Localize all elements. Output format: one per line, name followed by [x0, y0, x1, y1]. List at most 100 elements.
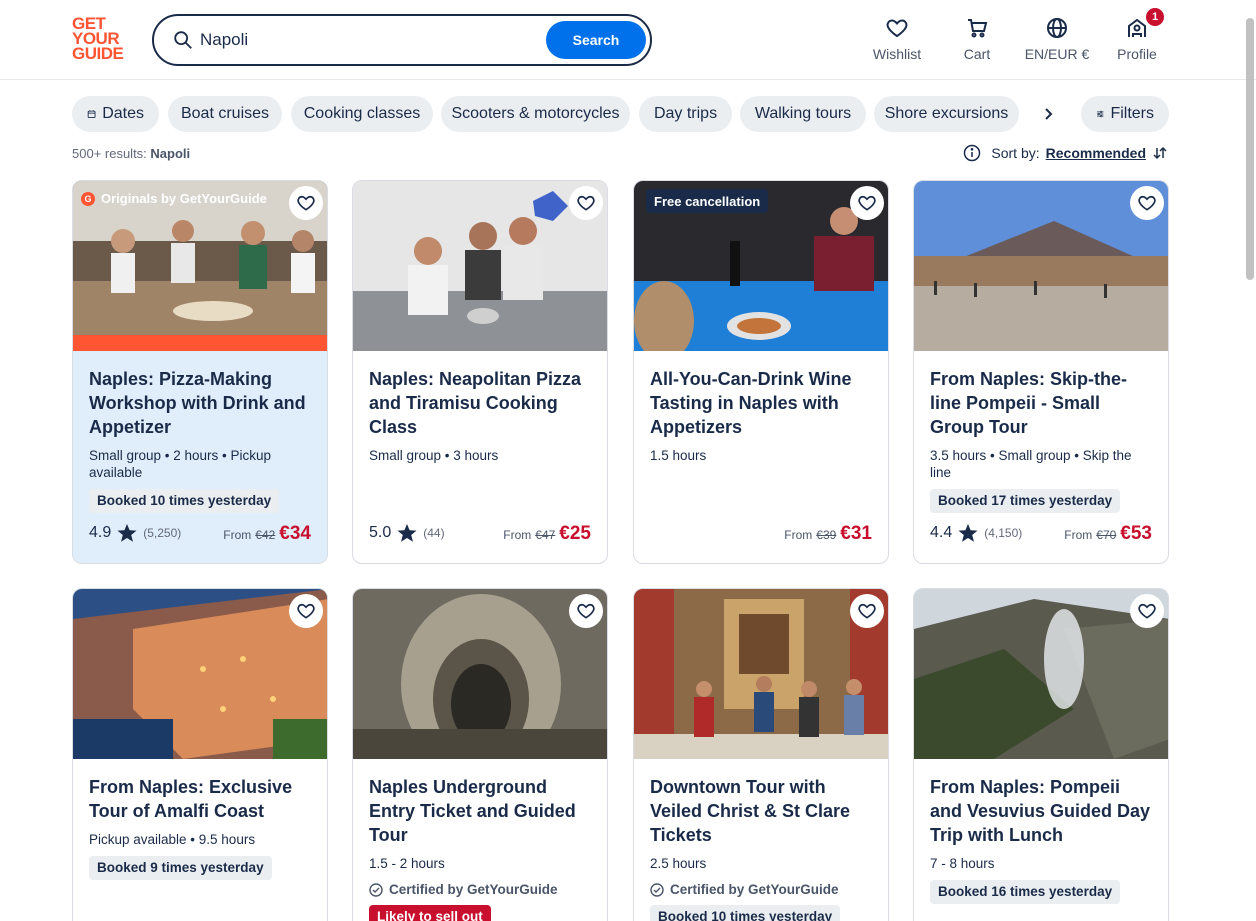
activity-image — [353, 589, 607, 759]
card-title[interactable]: From Naples: Exclusive Tour of Amalfi Co… — [89, 775, 311, 823]
nav-label: Wishlist — [872, 46, 922, 62]
rating: 4.9 (5,250) — [89, 524, 182, 542]
notification-badge: 1 — [1146, 8, 1164, 26]
wishlist-button[interactable] — [569, 186, 603, 220]
card-title[interactable]: Naples Underground Entry Ticket and Guid… — [369, 775, 591, 847]
heart-icon — [858, 603, 876, 619]
certified-label: Certified by GetYourGuide — [650, 882, 872, 897]
filters-button[interactable]: Filters — [1081, 96, 1169, 132]
wishlist-button[interactable] — [289, 186, 323, 220]
activity-card[interactable]: From Naples: Skip-the-line Pompeii - Sma… — [913, 180, 1169, 564]
heart-icon — [858, 195, 876, 211]
price: From €70 €53 — [1064, 523, 1152, 544]
nav-label: Cart — [963, 46, 991, 62]
chips-next-button[interactable] — [1036, 102, 1060, 126]
info-icon[interactable] — [963, 144, 981, 162]
card-body: Naples Underground Entry Ticket and Guid… — [353, 759, 607, 921]
nav-wishlist[interactable]: Wishlist — [872, 16, 922, 66]
price: From €42 €34 — [223, 523, 311, 544]
activity-image: Free cancellation — [634, 181, 888, 351]
card-body: Naples: Pizza-Making Workshop with Drink… — [73, 351, 327, 563]
card-title[interactable]: Downtown Tour with Veiled Christ & St Cl… — [650, 775, 872, 847]
heart-icon — [577, 195, 595, 211]
activity-card[interactable]: Naples Underground Entry Ticket and Guid… — [352, 588, 608, 921]
search-input[interactable] — [200, 24, 530, 56]
chip-dates[interactable]: Dates — [72, 96, 159, 132]
chip-cooking-classes[interactable]: Cooking classes — [291, 96, 433, 132]
heart-icon — [1138, 603, 1156, 619]
star-icon — [117, 524, 137, 542]
wishlist-button[interactable] — [289, 594, 323, 628]
activity-image — [353, 181, 607, 351]
card-title[interactable]: Naples: Pizza-Making Workshop with Drink… — [89, 367, 311, 439]
price: From €39 €31 — [784, 523, 872, 544]
rating: 5.0 (44) — [369, 524, 445, 542]
card-title[interactable]: Naples: Neapolitan Pizza and Tiramisu Co… — [369, 367, 591, 439]
rating: 4.4 (4,150) — [930, 524, 1023, 542]
nav-label: Profile — [1117, 46, 1157, 62]
activity-card[interactable]: Downtown Tour with Veiled Christ & St Cl… — [633, 588, 889, 921]
card-meta: Pickup available • 9.5 hours — [89, 832, 256, 847]
wishlist-button[interactable] — [1130, 186, 1164, 220]
card-body: From Naples: Exclusive Tour of Amalfi Co… — [73, 759, 327, 921]
sliders-icon — [1097, 110, 1104, 118]
card-meta: Small group • 2 hours • Pickup available — [89, 448, 272, 480]
card-meta: Small group • 3 hours — [369, 448, 499, 463]
getyourguide-logo[interactable]: GET YOUR GUIDE — [72, 15, 132, 64]
wishlist-button[interactable] — [850, 594, 884, 628]
chip-walking-tours[interactable]: Walking tours — [740, 96, 866, 132]
wishlist-button[interactable] — [1130, 594, 1164, 628]
card-title[interactable]: All-You-Can-Drink Wine Tasting in Naples… — [650, 367, 872, 439]
chip-day-trips[interactable]: Day trips — [639, 96, 732, 132]
wishlist-button[interactable] — [850, 186, 884, 220]
activity-image — [914, 589, 1168, 759]
chip-boat-cruises[interactable]: Boat cruises — [168, 96, 282, 132]
activity-image: G Originals by GetYourGuide — [73, 181, 327, 351]
calendar-icon — [87, 110, 96, 118]
card-meta: 7 - 8 hours — [930, 856, 995, 871]
sort-arrows-icon — [1153, 146, 1167, 160]
activity-image — [73, 589, 327, 759]
scrollbar[interactable] — [1246, 18, 1254, 280]
star-icon — [958, 524, 978, 542]
certified-check-icon — [650, 882, 664, 897]
nav-cart[interactable]: Cart — [955, 16, 999, 66]
cart-icon — [968, 19, 988, 38]
card-body: From Naples: Pompeii and Vesuvius Guided… — [914, 759, 1168, 921]
results-count: 500+ results: Napoli — [72, 146, 191, 161]
card-body: All-You-Can-Drink Wine Tasting in Naples… — [634, 351, 888, 563]
card-meta: 3.5 hours • Small group • Skip the line — [930, 448, 1132, 480]
sort-value[interactable]: Recommended — [1046, 145, 1146, 161]
chip-shore-excursions[interactable]: Shore excursions — [874, 96, 1019, 132]
certified-label: Certified by GetYourGuide — [369, 882, 591, 897]
nav-language-currency[interactable]: EN/EUR € — [1022, 16, 1092, 66]
sort-label: Sort by: — [991, 145, 1040, 161]
sort-control[interactable]: Sort by: Recommended — [963, 144, 1168, 162]
nav-label: EN/EUR € — [1024, 46, 1090, 62]
booked-badge: Booked 10 times yesterday — [650, 905, 841, 921]
search-button[interactable]: Search — [546, 21, 646, 59]
header: GET YOUR GUIDE Search Wishlist Cart EN/E… — [0, 0, 1256, 80]
activity-card[interactable]: Free cancellation All-You-Can-Drink Wine… — [633, 180, 889, 564]
globe-icon — [1047, 18, 1067, 38]
originals-bar — [73, 335, 327, 351]
wishlist-button[interactable] — [569, 594, 603, 628]
card-title[interactable]: From Naples: Pompeii and Vesuvius Guided… — [930, 775, 1152, 847]
activity-image — [914, 181, 1168, 351]
activity-card[interactable]: G Originals by GetYourGuide Naples: Pizza… — [72, 180, 328, 564]
activity-image — [634, 589, 888, 759]
activity-card[interactable]: Naples: Neapolitan Pizza and Tiramisu Co… — [352, 180, 608, 564]
booked-badge: Booked 10 times yesterday — [89, 489, 280, 513]
search-icon — [174, 31, 192, 49]
card-title[interactable]: From Naples: Skip-the-line Pompeii - Sma… — [930, 367, 1152, 439]
activity-card[interactable]: From Naples: Pompeii and Vesuvius Guided… — [913, 588, 1169, 921]
activity-card[interactable]: From Naples: Exclusive Tour of Amalfi Co… — [72, 588, 328, 921]
booked-badge: Booked 16 times yesterday — [930, 880, 1121, 904]
nav-profile[interactable]: Profile 1 — [1114, 8, 1164, 66]
card-meta: 1.5 - 2 hours — [369, 856, 445, 871]
booked-badge: Booked 17 times yesterday — [930, 489, 1121, 513]
originals-tag: G Originals by GetYourGuide — [81, 191, 267, 206]
chip-scooters-motorcycles[interactable]: Scooters & motorcycles — [441, 96, 630, 132]
star-icon — [397, 524, 417, 542]
card-meta: 2.5 hours — [650, 856, 707, 871]
